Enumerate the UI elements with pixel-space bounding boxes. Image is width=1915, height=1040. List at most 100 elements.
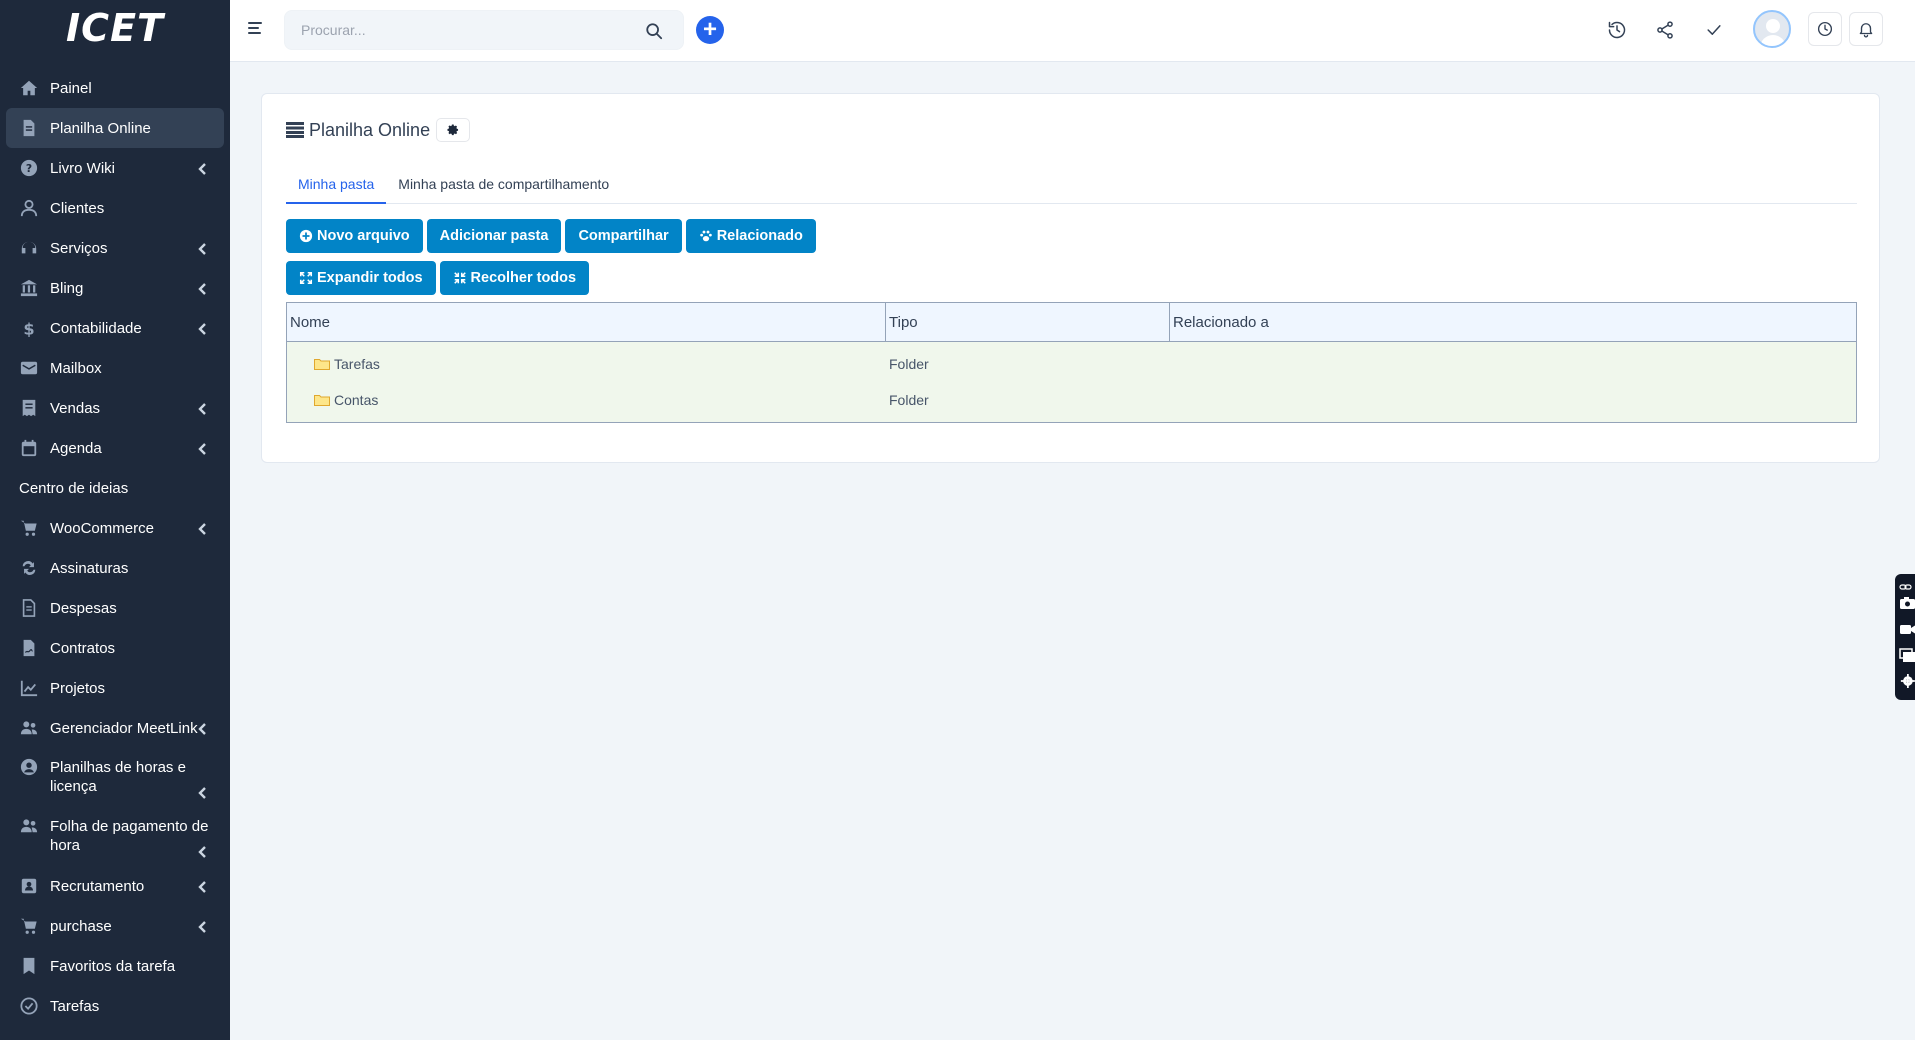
- sidebar-item-label: Assinaturas: [50, 560, 129, 577]
- chevron-left-icon: [198, 722, 210, 735]
- hamburger-menu-icon[interactable]: [248, 22, 262, 36]
- table-body: Tarefas Folder Contas Folder: [287, 342, 1856, 422]
- repeat-icon: [19, 558, 38, 577]
- table-row[interactable]: Tarefas Folder: [287, 346, 1856, 382]
- receipt-icon: [19, 398, 38, 417]
- video-icon[interactable]: [1899, 622, 1915, 636]
- column-header-name[interactable]: Nome: [287, 303, 886, 341]
- column-header-type[interactable]: Tipo: [886, 303, 1170, 341]
- chevron-left-icon: [198, 402, 210, 415]
- sidebar-item-label: Planilhas de horas e licença: [50, 759, 186, 795]
- svg-text:$: $: [23, 319, 34, 337]
- quick-add-button[interactable]: +: [696, 16, 724, 44]
- add-folder-button[interactable]: Adicionar pasta: [426, 219, 562, 253]
- paw-icon: [699, 229, 713, 243]
- sidebar-item-centro-de-ideias[interactable]: Centro de ideias: [0, 468, 230, 508]
- tab-shared-folder[interactable]: Minha pasta de compartilhamento: [386, 167, 621, 204]
- search-input[interactable]: [285, 11, 625, 49]
- sidebar-item-gerenciador-meetlink[interactable]: Gerenciador MeetLink: [0, 708, 230, 748]
- dollar-icon: $: [19, 318, 38, 337]
- sidebar-item-label: Clientes: [50, 200, 105, 217]
- table-row[interactable]: Contas Folder: [287, 382, 1856, 418]
- timer-icon[interactable]: [1808, 12, 1842, 46]
- sidebar-item-woocommerce[interactable]: WooCommerce: [0, 508, 230, 548]
- folder-icon: [314, 359, 330, 370]
- sidebar-item-assinaturas[interactable]: Assinaturas: [0, 548, 230, 588]
- share-button[interactable]: Compartilhar: [565, 219, 682, 253]
- sidebar-item-servicos[interactable]: Serviços: [0, 228, 230, 268]
- chevron-left-icon: [198, 786, 210, 799]
- settings-cog-icon[interactable]: [1899, 674, 1915, 688]
- sidebar-item-clientes[interactable]: Clientes: [0, 188, 230, 228]
- sidebar-item-label: Gerenciador MeetLink: [50, 720, 198, 737]
- sidebar-item-planilha-online[interactable]: Planilha Online: [6, 108, 224, 148]
- folder-name[interactable]: Tarefas: [334, 356, 380, 372]
- sidebar-item-planilhas-de-horas-e-licenca[interactable]: Planilhas de horas e licença: [0, 748, 230, 807]
- folder-name[interactable]: Contas: [334, 392, 378, 408]
- bank-icon: [19, 278, 38, 297]
- search-icon[interactable]: [645, 22, 663, 40]
- sidebar-item-despesas[interactable]: Despesas: [0, 588, 230, 628]
- new-file-button[interactable]: Novo arquivo: [286, 219, 423, 253]
- new-file-label: Novo arquivo: [317, 228, 410, 244]
- history-icon[interactable]: [1607, 20, 1627, 40]
- chevron-left-icon: [198, 845, 210, 858]
- sidebar-item-vendas[interactable]: Vendas: [0, 388, 230, 428]
- settings-button[interactable]: [436, 118, 471, 142]
- sidebar-item-mailbox[interactable]: Mailbox: [0, 348, 230, 388]
- collapse-all-label: Recolher todos: [470, 270, 577, 286]
- sidebar-item-livro-wiki[interactable]: ? Livro Wiki: [0, 148, 230, 188]
- link-icon[interactable]: [1899, 580, 1915, 590]
- tab-my-folder[interactable]: Minha pasta: [286, 167, 387, 204]
- sidebar-item-label: Contabilidade: [50, 320, 142, 337]
- sidebar-item-projetos[interactable]: Projetos: [0, 668, 230, 708]
- sidebar-item-label: Planilha Online: [50, 120, 151, 137]
- collapse-all-button[interactable]: Recolher todos: [439, 261, 590, 295]
- main-panel: Planilha Online Minha pasta Minha pasta …: [261, 93, 1880, 463]
- contract-icon: [19, 638, 38, 657]
- plus-circle-icon: [299, 229, 313, 243]
- sidebar-item-tarefas[interactable]: Tarefas: [0, 986, 230, 1026]
- chevron-left-icon: [198, 522, 210, 535]
- sidebar-item-label: Mailbox: [50, 360, 102, 377]
- home-icon: [19, 78, 38, 97]
- envelope-icon: [19, 358, 38, 377]
- bell-icon[interactable]: [1849, 12, 1883, 46]
- sidebar-item-label: Despesas: [50, 600, 117, 617]
- sidebar-item-painel[interactable]: Painel: [0, 68, 230, 108]
- camera-icon[interactable]: [1899, 596, 1915, 610]
- user-icon: [19, 198, 38, 217]
- sidebar-item-favoritos-da-tarefa[interactable]: Favoritos da tarefa: [0, 946, 230, 986]
- sidebar-item-contabilidade[interactable]: $ Contabilidade: [0, 308, 230, 348]
- sidebar-item-bling[interactable]: Bling: [0, 268, 230, 308]
- collapse-icon: [453, 271, 467, 285]
- column-header-related[interactable]: Relacionado a: [1170, 303, 1856, 341]
- file-icon: [19, 118, 38, 137]
- headset-icon: [19, 238, 38, 257]
- sidebar-item-agenda[interactable]: Agenda: [0, 428, 230, 468]
- gear-icon: [447, 123, 458, 135]
- sidebar-item-label: Centro de ideias: [19, 480, 129, 497]
- sidebar-item-label: Serviços: [50, 240, 108, 257]
- search-box: [284, 10, 684, 50]
- sidebar-item-contratos[interactable]: Contratos: [0, 628, 230, 668]
- cart-icon: [19, 518, 38, 537]
- list-icon: [286, 122, 304, 138]
- sidebar-item-recrutamento[interactable]: Recrutamento: [0, 866, 230, 906]
- share-icon[interactable]: [1655, 20, 1675, 40]
- bookmark-icon: [19, 956, 38, 975]
- app-logo[interactable]: ICET: [0, 0, 230, 56]
- users-icon: [19, 816, 38, 835]
- sidebar-item-folha-de-pagamento-de-hora[interactable]: Folha de pagamento de hora: [0, 807, 230, 866]
- action-buttons-row-1: Novo arquivo Adicionar pasta Compartilha…: [286, 219, 816, 253]
- sidebar-item-label: Vendas: [50, 400, 101, 417]
- check-icon[interactable]: [1704, 20, 1724, 40]
- related-button[interactable]: Relacionado: [685, 219, 816, 253]
- cell-type: Folder: [889, 356, 929, 372]
- chart-icon: [19, 678, 38, 697]
- user-avatar[interactable]: [1753, 10, 1791, 48]
- sidebar-item-purchase[interactable]: purchase: [0, 906, 230, 946]
- expand-all-button[interactable]: Expandir todos: [286, 261, 436, 295]
- sidebar-item-label: WooCommerce: [50, 520, 154, 537]
- window-icon[interactable]: [1899, 648, 1915, 662]
